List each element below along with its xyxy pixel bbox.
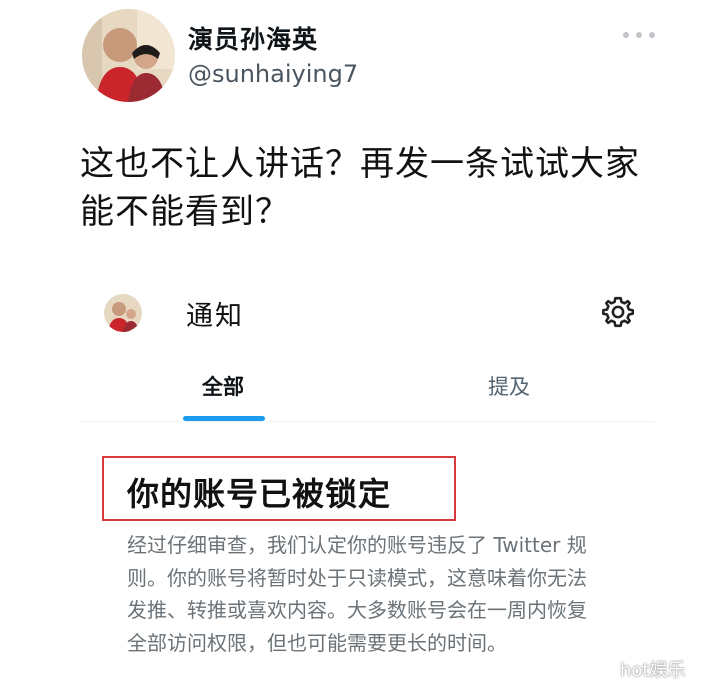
more-icon[interactable] xyxy=(623,30,655,40)
tab-mentions[interactable]: 提及 xyxy=(488,371,530,401)
gear-icon[interactable] xyxy=(600,294,636,330)
notifications-title: 通知 xyxy=(186,301,244,332)
more-dot xyxy=(649,32,655,38)
display-name[interactable]: 演员孙海英 xyxy=(188,20,318,56)
notifications-avatar[interactable] xyxy=(104,294,142,332)
user-handle[interactable]: @sunhaiying7 xyxy=(188,60,358,88)
profile-avatar[interactable] xyxy=(82,9,175,102)
watermark: hot娱乐 xyxy=(620,660,686,681)
account-locked-message: 经过仔细审查，我们认定你的账号违反了 Twitter 规则。你的账号将暂时处于只… xyxy=(127,533,587,655)
tweet-text: 这也不让人讲话？再发一条试试大家能不能看到？ xyxy=(80,144,640,232)
more-dot xyxy=(636,32,642,38)
more-dot xyxy=(623,32,629,38)
tab-all[interactable]: 全部 xyxy=(202,371,244,401)
account-locked-title: 你的账号已被锁定 xyxy=(127,475,392,513)
tabs-divider xyxy=(80,421,655,422)
